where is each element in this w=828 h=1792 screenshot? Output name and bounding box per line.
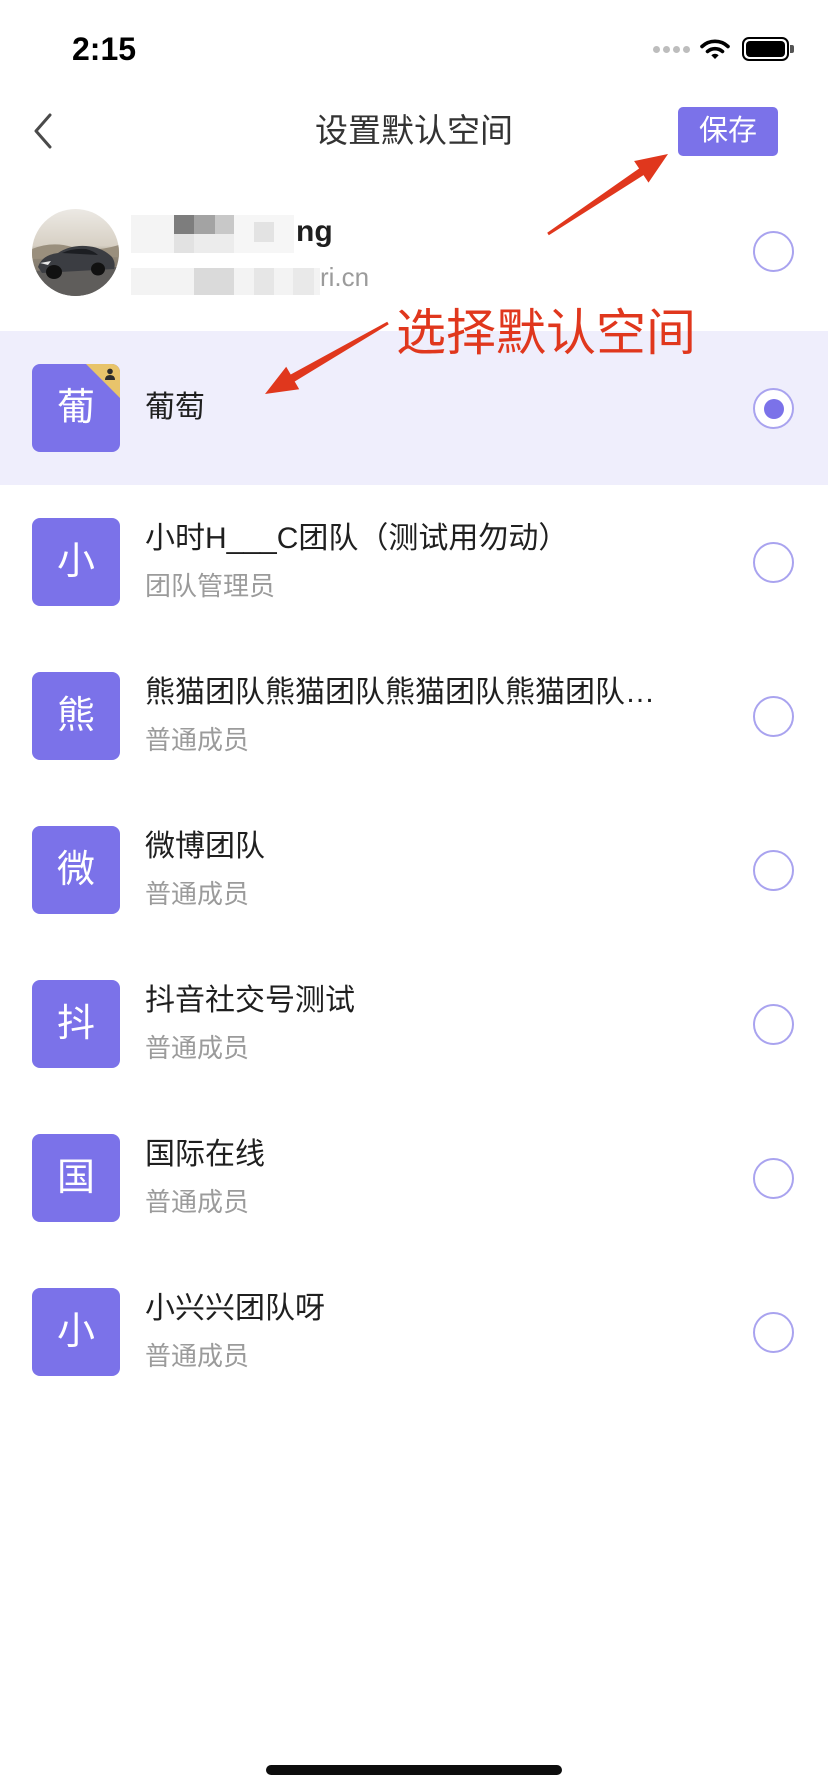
space-row[interactable]: 微 微博团队 普通成员 <box>0 793 828 947</box>
space-role: 普通成员 <box>145 725 250 755</box>
radio-button[interactable] <box>753 1004 794 1045</box>
radio-button[interactable] <box>753 388 794 429</box>
home-indicator[interactable] <box>266 1765 562 1775</box>
space-avatar: 葡 <box>32 364 120 452</box>
radio-button[interactable] <box>753 696 794 737</box>
battery-icon <box>742 37 789 61</box>
radio-button[interactable] <box>753 1312 794 1353</box>
space-row[interactable]: 小 小兴兴团队呀 普通成员 <box>0 1255 828 1409</box>
space-name: 小时H___C团队（测试用勿动） <box>145 522 569 555</box>
radio-button[interactable] <box>753 1158 794 1199</box>
person-icon <box>105 368 115 380</box>
space-name: 抖音社交号测试 <box>145 984 355 1017</box>
space-avatar-char: 微 <box>56 849 95 891</box>
account-email: ri.cn <box>320 262 370 292</box>
space-role: 普通成员 <box>145 1187 250 1217</box>
space-role: 普通成员 <box>145 879 250 909</box>
space-role: 普通成员 <box>145 1341 250 1371</box>
space-avatar: 小 <box>32 518 120 606</box>
space-row[interactable]: 小 小时H___C团队（测试用勿动） 团队管理员 <box>0 485 828 639</box>
annotation-text: 选择默认空间 <box>396 305 696 361</box>
space-name: 小兴兴团队呀 <box>145 1292 325 1325</box>
space-row[interactable]: 国 国际在线 普通成员 <box>0 1101 828 1255</box>
space-row[interactable]: 熊 熊猫团队熊猫团队熊猫团队熊猫团队… 普通成员 <box>0 639 828 793</box>
battery-nub <box>790 45 794 53</box>
space-avatar-char: 小 <box>56 1311 95 1353</box>
account-name: ng <box>296 215 333 248</box>
space-avatar: 微 <box>32 826 120 914</box>
space-avatar-char: 国 <box>56 1157 95 1199</box>
space-row[interactable]: 抖 抖音社交号测试 普通成员 <box>0 947 828 1101</box>
space-avatar-char: 熊 <box>56 695 95 737</box>
status-time: 2:15 <box>72 31 137 67</box>
space-avatar: 熊 <box>32 672 120 760</box>
radio-button[interactable] <box>753 542 794 583</box>
space-name: 微博团队 <box>145 830 265 863</box>
space-avatar-char: 抖 <box>56 1003 95 1045</box>
space-avatar: 小 <box>32 1288 120 1376</box>
space-avatar-char: 小 <box>56 541 95 583</box>
account-radio-button[interactable] <box>753 231 794 272</box>
space-name: 国际在线 <box>145 1138 265 1171</box>
space-role: 团队管理员 <box>145 571 276 601</box>
space-avatar: 国 <box>32 1134 120 1222</box>
space-name: 熊猫团队熊猫团队熊猫团队熊猫团队… <box>145 676 655 709</box>
space-role: 普通成员 <box>145 1033 250 1063</box>
space-name: 葡萄 <box>145 391 205 424</box>
avatar <box>32 209 119 296</box>
space-avatar: 抖 <box>32 980 120 1068</box>
save-button[interactable]: 保存 <box>678 107 778 156</box>
radio-button[interactable] <box>753 850 794 891</box>
wifi-icon <box>700 39 730 59</box>
signal-dots-icon <box>653 46 690 53</box>
